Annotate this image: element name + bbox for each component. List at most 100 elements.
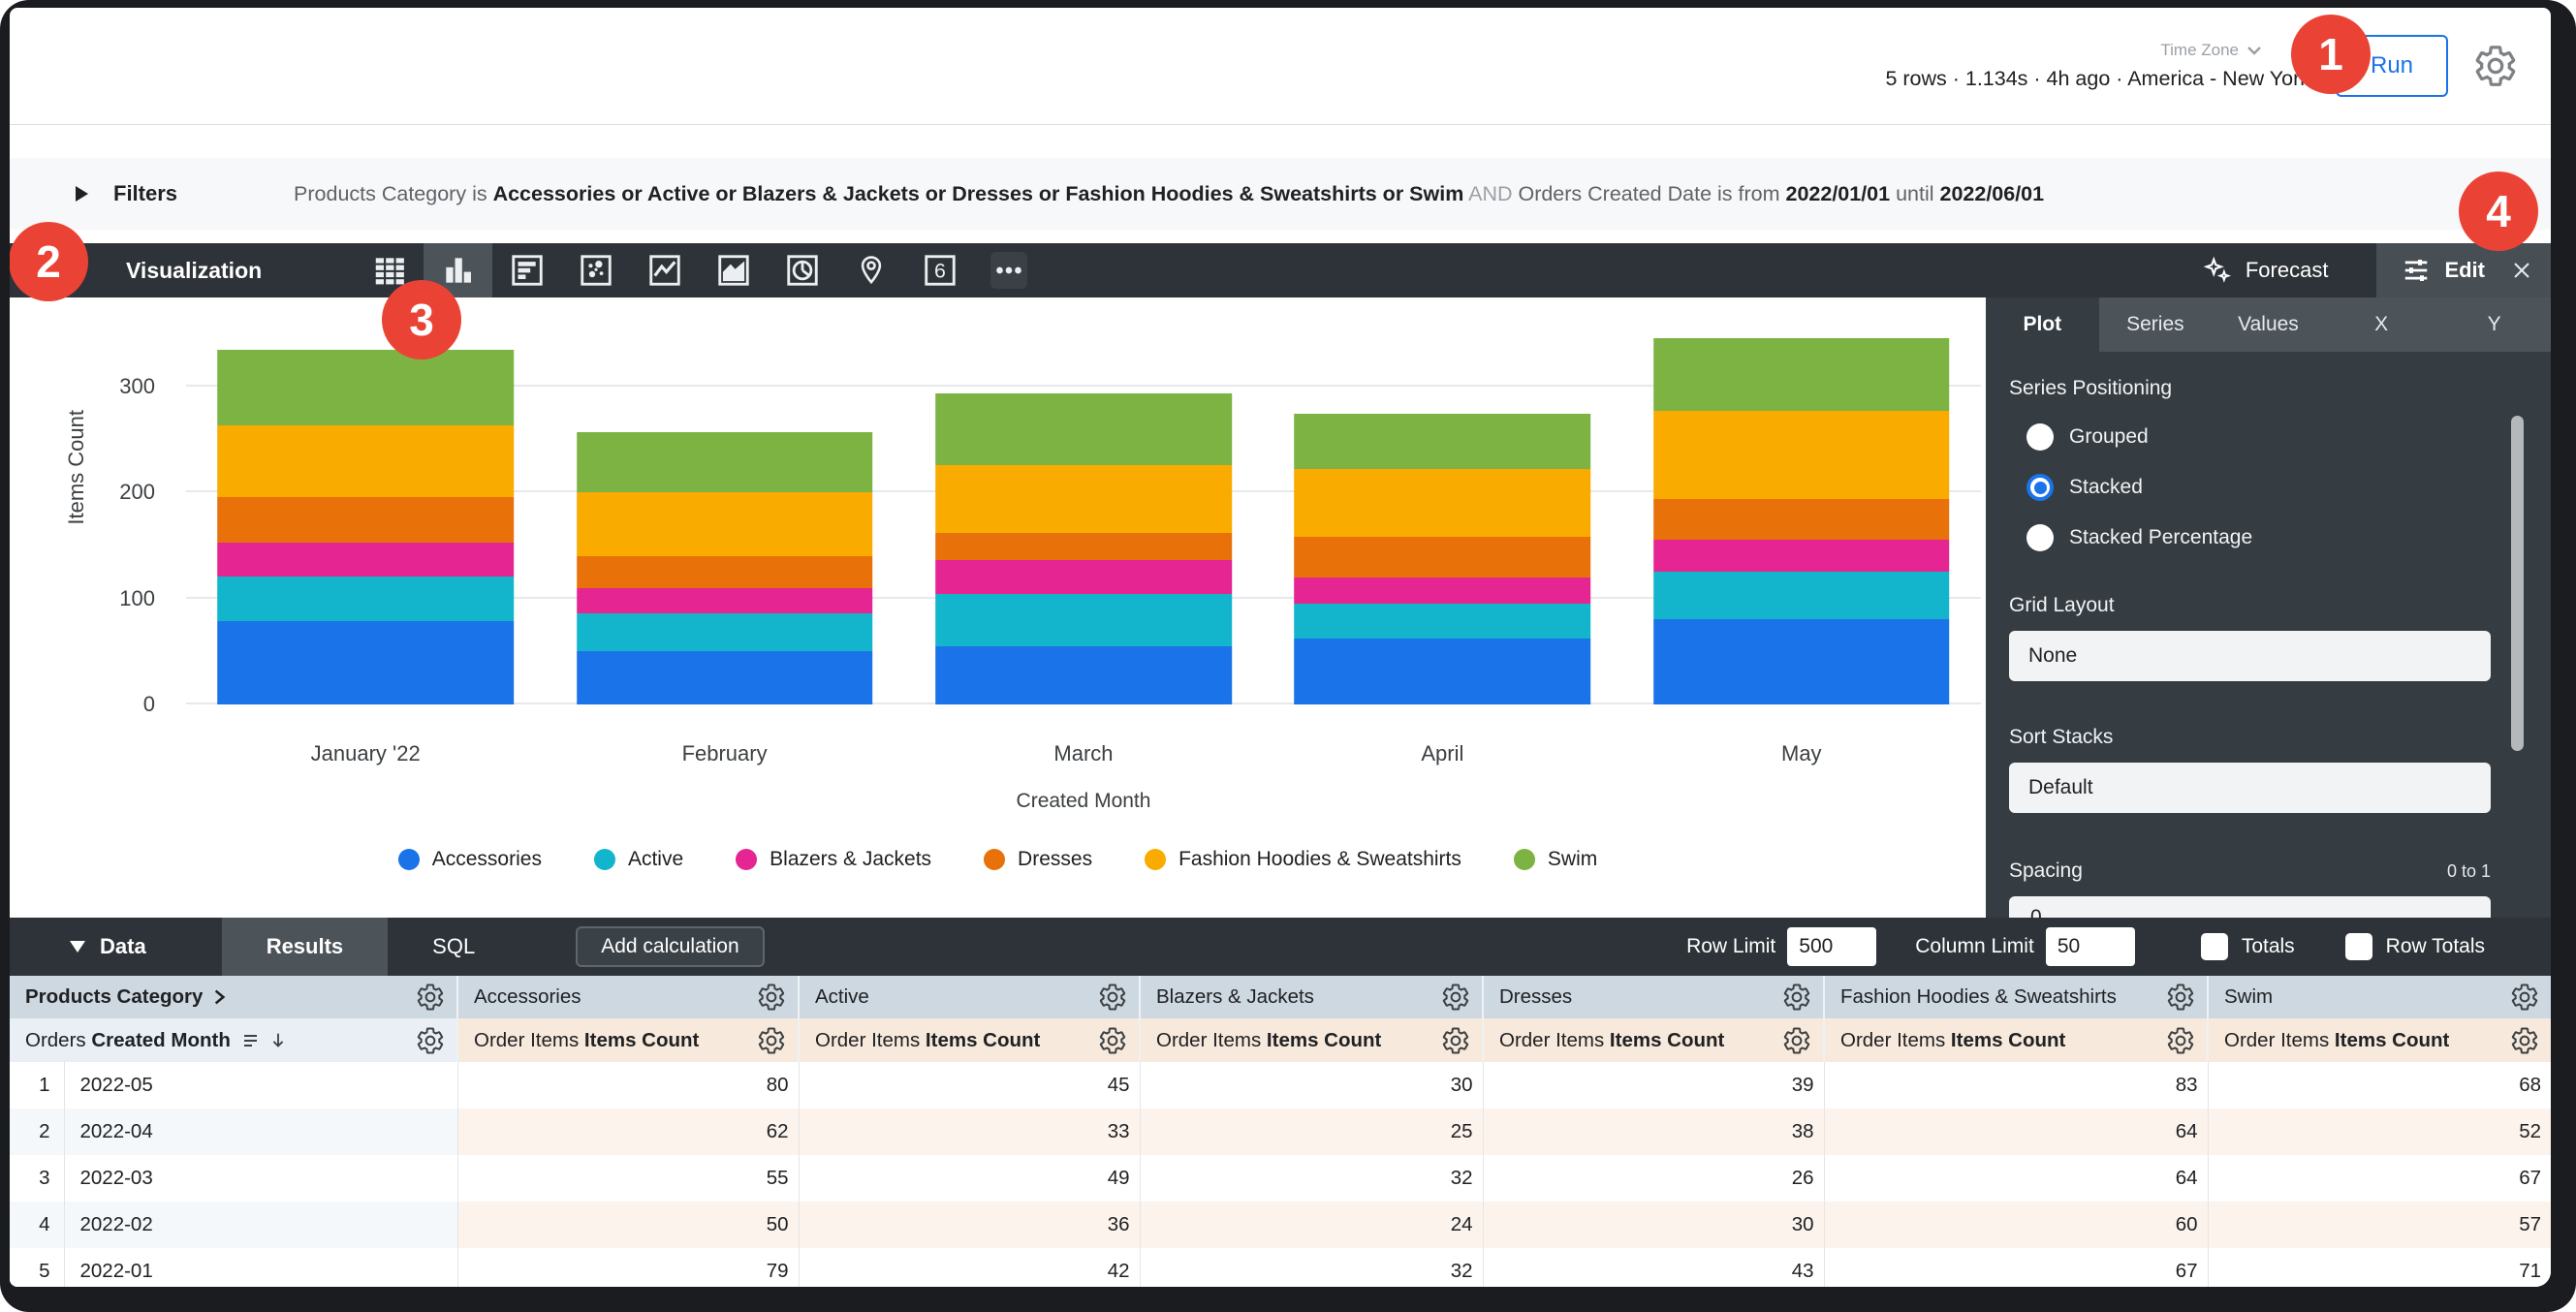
column-header-orders-created-month[interactable]: Orders Created Month	[10, 1018, 457, 1062]
gear-icon[interactable]	[757, 1026, 786, 1055]
cell-created-month[interactable]: 2022-03	[64, 1155, 457, 1202]
bar-segment[interactable]	[577, 588, 873, 613]
column-header-blazers-jackets[interactable]: Blazers & Jackets	[1140, 976, 1483, 1018]
gear-icon[interactable]	[757, 983, 786, 1012]
spacing-input[interactable]: 0	[2009, 896, 2491, 918]
cell-items-count[interactable]: 25	[1140, 1109, 1483, 1155]
gear-icon[interactable]	[1098, 983, 1127, 1012]
bar-segment[interactable]	[1295, 414, 1591, 469]
measure-field-header[interactable]: Order Items Items Count	[1825, 1018, 2207, 1062]
radio-unselected-icon[interactable]	[2026, 423, 2054, 451]
dimension-header[interactable]: Products Category	[10, 976, 456, 1018]
cell-items-count[interactable]: 32	[1140, 1248, 1483, 1287]
legend-item[interactable]: Blazers & Jackets	[736, 848, 931, 871]
bar-segment[interactable]	[577, 556, 873, 588]
column-header-items-count[interactable]: Order Items Items Count	[1140, 1018, 1483, 1062]
bar-segment[interactable]	[935, 560, 1232, 594]
gear-icon[interactable]	[1782, 1026, 1811, 1055]
cell-items-count[interactable]: 64	[1824, 1155, 2208, 1202]
measure-group-header[interactable]: Swim	[2209, 976, 2551, 1018]
cell-items-count[interactable]: 71	[2208, 1248, 2551, 1287]
cell-items-count[interactable]: 68	[2208, 1062, 2551, 1109]
bar-segment[interactable]	[935, 594, 1232, 646]
line-chart-icon[interactable]	[630, 243, 699, 297]
cell-items-count[interactable]: 50	[457, 1202, 799, 1248]
column-header-items-count[interactable]: Order Items Items Count	[1824, 1018, 2208, 1062]
cell-items-count[interactable]: 67	[2208, 1155, 2551, 1202]
cell-items-count[interactable]: 38	[1483, 1109, 1824, 1155]
measure-field-header[interactable]: Order Items Items Count	[1484, 1018, 1823, 1062]
column-header-items-count[interactable]: Order Items Items Count	[799, 1018, 1140, 1062]
tab-y[interactable]: Y	[2437, 297, 2551, 352]
bar-segment[interactable]	[1653, 619, 1950, 704]
measure-group-header[interactable]: Active	[800, 976, 1139, 1018]
tab-series[interactable]: Series	[2099, 297, 2213, 352]
forecast-button[interactable]: Forecast	[2203, 256, 2329, 285]
settings-gear-icon[interactable]	[2473, 44, 2518, 88]
gear-icon[interactable]	[1441, 1026, 1470, 1055]
column-limit-input[interactable]	[2046, 927, 2135, 966]
bar-segment[interactable]	[217, 497, 514, 543]
gear-icon[interactable]	[1441, 983, 1470, 1012]
gear-icon[interactable]	[416, 983, 445, 1012]
more-options-icon[interactable]	[974, 243, 1043, 297]
row-limit-input[interactable]	[1787, 927, 1876, 966]
sort-stacks-select[interactable]: Default	[2009, 763, 2491, 813]
gear-icon[interactable]	[1098, 1026, 1127, 1055]
bar-segment[interactable]	[577, 651, 873, 704]
time-zone-selector[interactable]: Time Zone	[2160, 41, 2310, 60]
legend-item[interactable]: Fashion Hoodies & Sweatshirts	[1145, 848, 1461, 871]
bar-segment[interactable]	[217, 543, 514, 577]
bar-segment[interactable]	[935, 393, 1232, 464]
stacked-bar[interactable]	[1653, 323, 1950, 704]
bar-segment[interactable]	[935, 533, 1232, 560]
grid-layout-select[interactable]: None	[2009, 631, 2491, 681]
bar-segment[interactable]	[1653, 572, 1950, 619]
bar-segment[interactable]	[1295, 604, 1591, 639]
totals-checkbox[interactable]	[2201, 933, 2228, 960]
cell-items-count[interactable]: 30	[1483, 1202, 1824, 1248]
measure-group-header[interactable]: Fashion Hoodies & Sweatshirts	[1825, 976, 2207, 1018]
gear-icon[interactable]	[1782, 983, 1811, 1012]
bar-segment[interactable]	[577, 432, 873, 492]
column-header-items-count[interactable]: Order Items Items Count	[457, 1018, 799, 1062]
gear-icon[interactable]	[2510, 1026, 2539, 1055]
legend-item[interactable]: Active	[594, 848, 683, 871]
column-header-accessories[interactable]: Accessories	[457, 976, 799, 1018]
measure-field-header[interactable]: Order Items Items Count	[2209, 1018, 2551, 1062]
add-calculation-button[interactable]: Add calculation	[576, 926, 764, 967]
bar-segment[interactable]	[935, 646, 1232, 704]
bar-segment[interactable]	[1295, 639, 1591, 704]
tab-values[interactable]: Values	[2212, 297, 2325, 352]
column-header-dresses[interactable]: Dresses	[1483, 976, 1824, 1018]
measure-field-header[interactable]: Order Items Items Count	[800, 1018, 1139, 1062]
bar-segment[interactable]	[1295, 537, 1591, 578]
cell-items-count[interactable]: 80	[457, 1062, 799, 1109]
legend-item[interactable]: Dresses	[984, 848, 1092, 871]
cell-items-count[interactable]: 24	[1140, 1202, 1483, 1248]
cell-items-count[interactable]: 64	[1824, 1109, 2208, 1155]
radio-unselected-icon[interactable]	[2026, 524, 2054, 551]
edit-panel-scrollbar[interactable]	[2511, 416, 2524, 751]
cell-items-count[interactable]: 43	[1483, 1248, 1824, 1287]
cell-items-count[interactable]: 57	[2208, 1202, 2551, 1248]
cell-items-count[interactable]: 79	[457, 1248, 799, 1287]
column-header-items-count[interactable]: Order Items Items Count	[1483, 1018, 1824, 1062]
bar-segment[interactable]	[1653, 411, 1950, 499]
bar-segment[interactable]	[935, 465, 1232, 533]
stacked-bar[interactable]	[1295, 323, 1591, 704]
bar-segment[interactable]	[1653, 540, 1950, 572]
legend-item[interactable]: Swim	[1514, 848, 1597, 871]
radio-option-stacked[interactable]: Stacked	[2026, 474, 2528, 501]
cell-created-month[interactable]: 2022-05	[64, 1062, 457, 1109]
gear-icon[interactable]	[2166, 983, 2195, 1012]
bar-segment[interactable]	[1653, 338, 1950, 410]
cell-created-month[interactable]: 2022-04	[64, 1109, 457, 1155]
edit-panel-toggle[interactable]: Edit	[2376, 243, 2551, 297]
cell-items-count[interactable]: 32	[1140, 1155, 1483, 1202]
bar-segment[interactable]	[217, 425, 514, 496]
data-section-toggle[interactable]: Data	[70, 934, 146, 959]
column-header-products-category[interactable]: Products Category	[10, 976, 457, 1018]
cell-items-count[interactable]: 60	[1824, 1202, 2208, 1248]
stacked-bar[interactable]	[577, 323, 873, 704]
